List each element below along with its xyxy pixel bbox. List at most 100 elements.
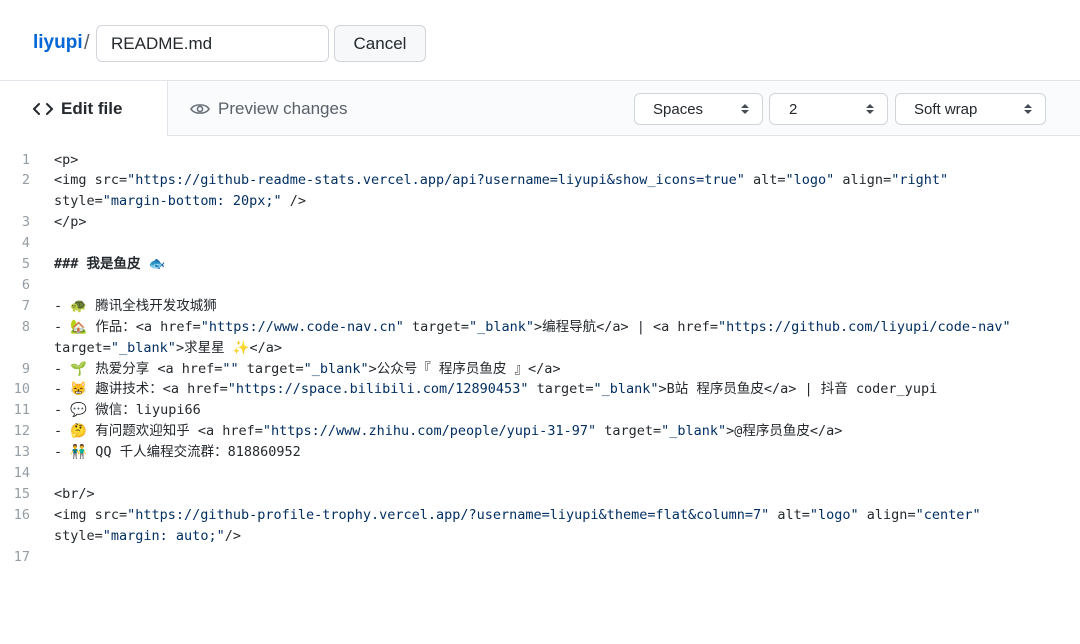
code-token: >求星星 ✨</a> xyxy=(175,339,283,356)
code-editor[interactable]: 1 <p> 2 <img src="https://github-readme-sta… xyxy=(0,136,1080,644)
code-token: target= xyxy=(54,339,111,356)
code-token: alt= xyxy=(744,172,786,189)
code-string-token: "logo" xyxy=(809,506,859,523)
code-line-text: - 🐢 腾讯全栈开发攻城狮 xyxy=(54,297,217,314)
select-caret-icon xyxy=(865,102,875,116)
code-line: 5 ### 我是鱼皮 🐟 xyxy=(0,254,1080,275)
file-header: liyupi / Cancel xyxy=(0,0,1080,81)
code-line-text: - 🤔 有问题欢迎知乎 <a href="https://www.zhihu.c… xyxy=(54,421,842,442)
code-line: 7 - 🐢 腾讯全栈开发攻城狮 xyxy=(0,296,1080,317)
code-token: <img src= xyxy=(54,172,128,189)
code-string-token: "_blank" xyxy=(468,318,534,335)
code-string-token: "https://github-readme-stats.vercel.app/… xyxy=(127,172,745,189)
code-icon xyxy=(33,102,53,116)
code-token: align= xyxy=(858,506,916,523)
code-line: 9 - 🌱 热爱分享 <a href="" target="_blank">公众号… xyxy=(0,359,1080,380)
code-line: 3 </p> xyxy=(0,212,1080,233)
code-line: 2 <img src="https://github-readme-stats.v… xyxy=(0,170,1080,191)
wrap-mode-select[interactable]: Soft wrap xyxy=(895,93,1046,125)
code-token: target= xyxy=(403,318,469,335)
code-line-text: target="_blank">求星星 ✨</a> xyxy=(54,338,282,359)
repo-owner-link[interactable]: liyupi xyxy=(33,32,83,54)
code-string-token: "margin-bottom: 20px;" xyxy=(102,193,282,210)
code-line-text: style="margin: auto;"/> xyxy=(54,526,241,547)
code-line: 14 xyxy=(0,463,1080,484)
select-caret-icon xyxy=(740,102,750,116)
code-line: 11 - 💬 微信：liyupi66 xyxy=(0,400,1080,421)
line-number: 1 xyxy=(21,151,30,168)
line-number: 10 xyxy=(13,381,30,398)
indent-mode-select[interactable]: Spaces xyxy=(634,93,763,125)
code-line: target="_blank">求星星 ✨</a> xyxy=(0,338,1080,359)
indent-size-select[interactable]: 2 xyxy=(769,93,888,125)
code-token: >公众号『 程序员鱼皮 』</a> xyxy=(368,360,561,377)
code-line: 10 - 😸 趣讲技术：<a href="https://space.bilibi… xyxy=(0,379,1080,400)
code-line-text: <br/> xyxy=(54,485,95,502)
wrap-mode-value: Soft wrap xyxy=(914,100,978,118)
code-token: style= xyxy=(54,193,103,210)
code-string-token: "margin: auto;" xyxy=(102,527,225,544)
code-line: 1 <p> xyxy=(0,150,1080,171)
code-token: >B站 程序员鱼皮</a> | 抖音 coder_yupi xyxy=(658,381,938,398)
line-number: 8 xyxy=(21,318,30,335)
code-line: style="margin: auto;"/> xyxy=(0,526,1080,547)
code-token: target= xyxy=(596,423,662,440)
indent-mode-value: Spaces xyxy=(653,100,704,118)
code-line: 12 - 🤔 有问题欢迎知乎 <a href="https://www.zhihu… xyxy=(0,421,1080,442)
code-line-text: <p> xyxy=(54,151,79,168)
code-token: <img src= xyxy=(54,506,128,523)
code-string-token: "https://github.com/liyupi/code-nav" xyxy=(718,318,1011,335)
cancel-button[interactable]: Cancel xyxy=(334,25,426,62)
code-string-token: "_blank" xyxy=(110,339,176,356)
code-token: >@程序员鱼皮</a> xyxy=(726,423,843,440)
path-separator: / xyxy=(84,32,90,54)
tab-preview-changes-label: Preview changes xyxy=(218,98,348,118)
filename-input[interactable] xyxy=(96,25,329,62)
code-token: target= xyxy=(238,360,304,377)
code-token: - 🏡 作品：<a href= xyxy=(54,318,201,335)
code-line: 17 xyxy=(0,547,1080,568)
code-line-text: <img src="https://github-readme-stats.ve… xyxy=(54,170,948,191)
code-token: style= xyxy=(54,527,103,544)
code-line: 16 <img src="https://github-profile-troph… xyxy=(0,505,1080,526)
indent-size-value: 2 xyxy=(789,100,798,118)
code-string-token: "_blank" xyxy=(661,423,727,440)
code-token: - 🤔 有问题欢迎知乎 <a href= xyxy=(54,423,263,440)
line-number: 12 xyxy=(13,423,30,440)
code-token: >编程导航</a> | <a href= xyxy=(533,318,719,335)
line-number: 11 xyxy=(13,402,30,419)
tab-preview-changes[interactable]: Preview changes xyxy=(190,81,347,136)
code-line-text: - 💬 微信：liyupi66 xyxy=(54,402,201,419)
code-string-token: "https://www.code-nav.cn" xyxy=(200,318,404,335)
code-string-token: "right" xyxy=(891,172,949,189)
code-line: 13 - 👬 QQ 千人编程交流群：818860952 xyxy=(0,442,1080,463)
code-string-token: "https://github-profile-trophy.vercel.ap… xyxy=(127,506,770,523)
line-number: 5 xyxy=(21,256,30,272)
code-line-text: <img src="https://github-profile-trophy.… xyxy=(54,505,981,526)
line-number: 3 xyxy=(21,214,30,231)
line-number: 17 xyxy=(13,548,30,565)
line-number: 4 xyxy=(21,235,30,252)
code-string-token: "https://space.bilibili.com/12890453" xyxy=(227,381,529,398)
tab-edit-file[interactable]: Edit file xyxy=(0,81,168,137)
code-line-text: - 🏡 作品：<a href="https://www.code-nav.cn"… xyxy=(54,317,1011,338)
line-number: 2 xyxy=(21,172,30,189)
code-string-token: "logo" xyxy=(785,172,835,189)
code-string-token: "_blank" xyxy=(593,381,659,398)
code-line: 6 xyxy=(0,275,1080,296)
code-token: target= xyxy=(528,381,594,398)
code-string-token: "center" xyxy=(915,506,981,523)
line-number: 16 xyxy=(13,506,30,523)
eye-icon xyxy=(190,102,210,116)
code-token: /> xyxy=(281,193,306,210)
code-token: alt= xyxy=(769,506,810,523)
code-string-token: "https://www.zhihu.com/people/yupi-31-97… xyxy=(262,423,597,440)
code-line: 15 <br/> xyxy=(0,484,1080,505)
code-line-text: ### 我是鱼皮 🐟 xyxy=(54,256,166,272)
code-line-text: - 😸 趣讲技术：<a href="https://space.bilibili… xyxy=(54,379,937,400)
line-number: 13 xyxy=(13,444,30,461)
line-number: 6 xyxy=(21,276,30,293)
code-line: 4 xyxy=(0,233,1080,254)
tab-edit-file-label: Edit file xyxy=(61,98,123,118)
code-line: 8 - 🏡 作品：<a href="https://www.code-nav.cn… xyxy=(0,317,1080,338)
